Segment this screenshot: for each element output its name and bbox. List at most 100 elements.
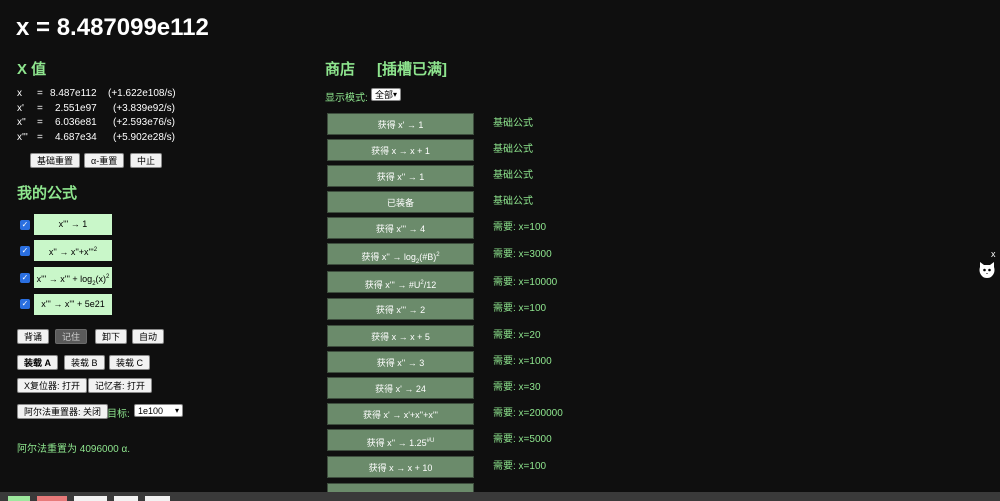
display-mode-value: 全部: [375, 90, 394, 100]
formula-box[interactable]: x''' → x''' + log2(x)2: [34, 267, 112, 288]
display-mode-select[interactable]: 全部 ▾: [371, 88, 401, 101]
toolbar-button[interactable]: [145, 496, 170, 501]
shop-item-text-tail: (#B): [419, 252, 437, 262]
target-select[interactable]: 1e100 ▾: [134, 404, 183, 417]
shop-item-label: 需要: x=200000: [493, 408, 563, 419]
x-rate: (+3.839e92/s): [113, 102, 175, 114]
x-eq: =: [37, 117, 43, 128]
x-eq: =: [37, 88, 43, 99]
auto-button[interactable]: 自动: [132, 329, 165, 344]
shop-item-text: 获得 x'' → 3: [376, 358, 425, 368]
shop-title: 商店: [325, 61, 356, 78]
x-name: x: [17, 88, 22, 99]
target-label: 目标:: [107, 409, 130, 420]
shop-item-button[interactable]: 获得 x' → x'+x''+x''': [327, 403, 474, 425]
x-eq: =: [37, 102, 43, 114]
shop-item-button[interactable]: 获得 x''' → 4: [327, 217, 474, 239]
cat-icon[interactable]: [977, 260, 997, 280]
shop-item-text: 获得 x' → 24: [375, 384, 426, 394]
formula-checkbox[interactable]: ✓: [20, 220, 30, 230]
shop-item-label: 基础公式: [493, 196, 533, 207]
shop-item-button[interactable]: 获得 x''' → #U2/12: [327, 271, 474, 293]
shop-item-button[interactable]: 获得 x → x + 1: [327, 139, 474, 161]
shop-item-label: 需要: x=3000: [493, 249, 552, 260]
x-rate: (+1.622e108/s): [108, 88, 176, 99]
formula-text: x''' → x''' + log: [36, 274, 93, 284]
close-icon[interactable]: x: [991, 249, 996, 259]
my-formulas-title: 我的公式: [17, 185, 78, 202]
toolbar-button[interactable]: [114, 496, 138, 501]
x-name: x': [17, 102, 24, 114]
x-name: x''': [17, 131, 28, 143]
shop-item-sup: 2: [436, 252, 440, 258]
x-value: 2.551e97: [55, 102, 97, 114]
shop-item-label: 需要: x=100: [493, 303, 547, 314]
target-value: 1e100: [138, 406, 164, 416]
display-mode-label: 显示模式:: [325, 93, 368, 104]
chevron-down-icon: ▾: [392, 90, 397, 99]
shop-item-button[interactable]: 获得 x' → 1: [327, 113, 474, 135]
toolbar-button-red[interactable]: [37, 496, 67, 501]
x-resetter-toggle[interactable]: X复位器: 打开: [17, 378, 88, 393]
formula-box[interactable]: x'' → x''+x'''2: [34, 240, 112, 261]
shop-item-button[interactable]: 获得 x → x + 5: [327, 325, 474, 347]
memorize-back-button[interactable]: 背诵: [17, 329, 50, 344]
x-rate: (+5.902e28/s): [113, 131, 175, 143]
shop-item-button[interactable]: 获得 x'' → 3: [327, 351, 474, 373]
alpha-reset-button[interactable]: α-重置: [84, 153, 125, 168]
shop-item-label: 基础公式: [493, 144, 533, 155]
remember-button[interactable]: 记住: [55, 329, 88, 344]
formula-text: x'' → x''+x''': [48, 247, 94, 257]
shop-item-text: 获得 x → x + 1: [371, 146, 430, 156]
shop-item-text: 获得 x → x + 10: [368, 463, 433, 473]
shop-item-sup: #U: [426, 438, 435, 444]
formula-checkbox[interactable]: ✓: [20, 246, 30, 256]
shop-item-button[interactable]: 获得 x'' → log2(#B)2: [327, 243, 474, 265]
x-name: x'': [17, 117, 26, 128]
basic-reset-button[interactable]: 基础重置: [30, 153, 81, 168]
shop-item-text: 获得 x' → 1: [377, 120, 424, 130]
x-rate: (+2.593e76/s): [113, 117, 175, 128]
shop-item-button[interactable]: 获得 x'' → 1.25#U: [327, 429, 474, 451]
unload-button[interactable]: 卸下: [95, 329, 128, 344]
shop-item-label: 需要: x=30: [493, 382, 541, 393]
shop-item-text: 获得 x' → x'+x''+x''': [362, 410, 439, 420]
formula-sup: 2: [106, 274, 110, 280]
shop-item-text-tail: /12: [423, 280, 437, 290]
stop-button[interactable]: 中止: [130, 153, 163, 168]
shop-item-button[interactable]: 已装备: [327, 191, 474, 213]
shop-item-label: 基础公式: [493, 170, 533, 181]
loadout-a-button[interactable]: 装载 A: [17, 355, 59, 370]
formula-checkbox[interactable]: ✓: [20, 299, 30, 309]
shop-item-text: 获得 x → x + 5: [371, 332, 430, 342]
loadout-c-button[interactable]: 装载 C: [109, 355, 151, 370]
formula-box[interactable]: x''' → x''' + 5e21: [34, 294, 112, 315]
shop-item-button[interactable]: 获得 x → x + 10: [327, 456, 474, 478]
shop-item-label: 需要: x=100: [493, 461, 547, 472]
chevron-down-icon: ▾: [174, 406, 179, 415]
toolbar-button-green[interactable]: [8, 496, 30, 501]
formula-text: x''' → x''' + 5e21: [41, 299, 105, 309]
formula-checkbox[interactable]: ✓: [20, 273, 30, 283]
shop-item-text: 获得 x''' → 2: [375, 305, 426, 315]
shop-item-button[interactable]: 获得 x''' → 2: [327, 298, 474, 320]
alpha-resetter-toggle[interactable]: 阿尔法重置器: 关闭: [17, 404, 109, 419]
x-values-title: X 值: [17, 61, 47, 78]
memorizer-toggle[interactable]: 记忆者: 打开: [88, 378, 153, 393]
x-value: 4.687e34: [55, 131, 97, 143]
formula-sup: 2: [93, 247, 98, 253]
alpha-status-text: 阿尔法重置为 4096000 α.: [17, 444, 131, 455]
shop-item-label: 需要: x=20: [493, 330, 541, 341]
loadout-b-button[interactable]: 装载 B: [64, 355, 105, 370]
toolbar-button[interactable]: [74, 496, 107, 501]
x-eq: =: [37, 131, 43, 143]
shop-item-text: 获得 x'' → 1: [376, 172, 425, 182]
formula-text: x''' → 1: [58, 219, 88, 229]
shop-item-label: 需要: x=10000: [493, 277, 558, 288]
shop-item-button[interactable]: 获得 x'' → 1: [327, 165, 474, 187]
shop-item-text: 获得 x'' → 1.25: [366, 438, 427, 448]
formula-box[interactable]: x''' → 1: [34, 214, 112, 235]
shop-item-text: 已装备: [386, 198, 414, 208]
shop-item-button[interactable]: 获得 x' → 24: [327, 377, 474, 399]
shop-item-text: 获得 x''' → #U: [364, 280, 421, 290]
